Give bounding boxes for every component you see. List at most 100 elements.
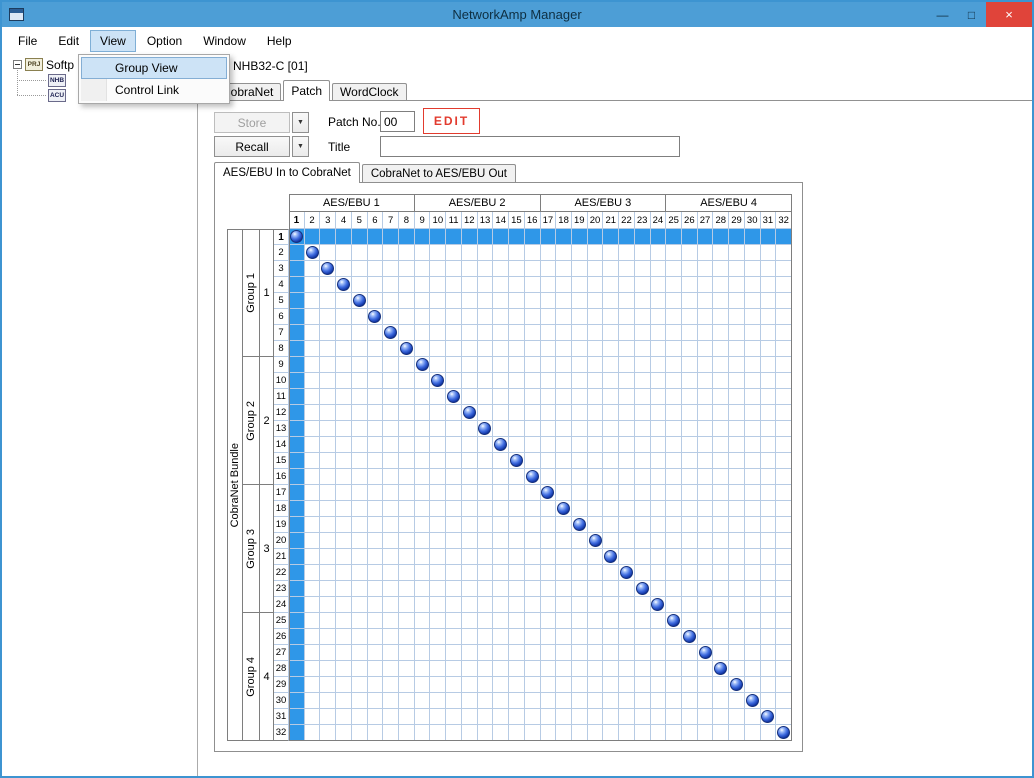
- matrix-cell[interactable]: [524, 469, 541, 485]
- matrix-cell[interactable]: [414, 421, 431, 437]
- matrix-cell[interactable]: [776, 709, 792, 725]
- matrix-cell[interactable]: [383, 709, 400, 725]
- matrix-cell[interactable]: [697, 341, 714, 357]
- matrix-cell[interactable]: [776, 597, 792, 613]
- matrix-cell[interactable]: [540, 709, 557, 725]
- matrix-cell[interactable]: [320, 661, 337, 677]
- matrix-cell[interactable]: [619, 437, 635, 453]
- matrix-cell[interactable]: [414, 693, 431, 709]
- matrix-cell[interactable]: [304, 341, 321, 357]
- matrix-cell[interactable]: [760, 613, 777, 629]
- matrix-cell[interactable]: [666, 645, 682, 661]
- matrix-cell[interactable]: [477, 693, 494, 709]
- matrix-cell[interactable]: [509, 565, 525, 581]
- matrix-cell[interactable]: [289, 661, 305, 677]
- matrix-cell[interactable]: [760, 565, 777, 581]
- matrix-cell[interactable]: [351, 373, 368, 389]
- matrix-cell[interactable]: [430, 389, 447, 405]
- matrix-cell[interactable]: [744, 405, 761, 421]
- matrix-cell[interactable]: [776, 517, 792, 533]
- matrix-cell[interactable]: [367, 613, 384, 629]
- matrix-cell[interactable]: [681, 661, 698, 677]
- matrix-cell[interactable]: [760, 517, 777, 533]
- matrix-cell[interactable]: [760, 469, 777, 485]
- matrix-cell[interactable]: [289, 421, 305, 437]
- matrix-cell[interactable]: [399, 709, 415, 725]
- matrix-cell[interactable]: [540, 485, 557, 501]
- matrix-cell[interactable]: [461, 261, 478, 277]
- matrix-cell[interactable]: [524, 549, 541, 565]
- matrix-cell[interactable]: [336, 469, 352, 485]
- matrix-cell[interactable]: [320, 453, 337, 469]
- matrix-cell[interactable]: [399, 501, 415, 517]
- matrix-cell[interactable]: [744, 709, 761, 725]
- matrix-cell[interactable]: [587, 357, 604, 373]
- matrix-cell[interactable]: [414, 389, 431, 405]
- matrix-cell[interactable]: [634, 469, 651, 485]
- matrix-cell[interactable]: [729, 549, 745, 565]
- matrix-cell[interactable]: [619, 565, 635, 581]
- matrix-cell[interactable]: [760, 277, 777, 293]
- matrix-cell[interactable]: [430, 485, 447, 501]
- matrix-cell[interactable]: [650, 501, 667, 517]
- maximize-button[interactable]: □: [957, 2, 986, 27]
- matrix-cell[interactable]: [540, 325, 557, 341]
- matrix-cell[interactable]: [713, 341, 730, 357]
- matrix-cell[interactable]: [399, 437, 415, 453]
- matrix-cell[interactable]: [634, 261, 651, 277]
- matrix-cell[interactable]: [477, 613, 494, 629]
- matrix-cell[interactable]: [540, 613, 557, 629]
- matrix-cell[interactable]: [477, 245, 494, 261]
- matrix-cell[interactable]: [634, 373, 651, 389]
- matrix-cell[interactable]: [603, 389, 620, 405]
- matrix-cell[interactable]: [744, 229, 761, 245]
- matrix-cell[interactable]: [320, 389, 337, 405]
- matrix-cell[interactable]: [587, 389, 604, 405]
- matrix-cell[interactable]: [697, 725, 714, 741]
- matrix-cell[interactable]: [619, 629, 635, 645]
- matrix-cell[interactable]: [603, 517, 620, 533]
- matrix-cell[interactable]: [666, 229, 682, 245]
- matrix-cell[interactable]: [524, 629, 541, 645]
- edit-button[interactable]: EDIT: [423, 108, 480, 134]
- matrix-cell[interactable]: [666, 277, 682, 293]
- matrix-cell[interactable]: [697, 597, 714, 613]
- matrix-cell[interactable]: [760, 693, 777, 709]
- matrix-cell[interactable]: [744, 613, 761, 629]
- matrix-cell[interactable]: [776, 725, 792, 741]
- matrix-cell[interactable]: [619, 373, 635, 389]
- matrix-cell[interactable]: [399, 421, 415, 437]
- tab-wordclock[interactable]: WordClock: [332, 83, 407, 100]
- matrix-cell[interactable]: [571, 261, 588, 277]
- matrix-cell[interactable]: [351, 645, 368, 661]
- matrix-cell[interactable]: [603, 661, 620, 677]
- matrix-cell[interactable]: [556, 245, 572, 261]
- matrix-cell[interactable]: [524, 421, 541, 437]
- matrix-cell[interactable]: [760, 549, 777, 565]
- matrix-cell[interactable]: [776, 581, 792, 597]
- matrix-cell[interactable]: [571, 309, 588, 325]
- matrix-cell[interactable]: [320, 677, 337, 693]
- matrix-cell[interactable]: [383, 629, 400, 645]
- matrix-cell[interactable]: [681, 453, 698, 469]
- matrix-cell[interactable]: [493, 405, 510, 421]
- matrix-cell[interactable]: [571, 325, 588, 341]
- matrix-cell[interactable]: [571, 373, 588, 389]
- matrix-cell[interactable]: [509, 293, 525, 309]
- matrix-cell[interactable]: [383, 597, 400, 613]
- tree-item-acu-device[interactable]: ACU: [48, 88, 69, 103]
- matrix-cell[interactable]: [650, 277, 667, 293]
- matrix-cell[interactable]: [524, 309, 541, 325]
- matrix-cell[interactable]: [493, 277, 510, 293]
- matrix-cell[interactable]: [587, 501, 604, 517]
- matrix-cell[interactable]: [430, 277, 447, 293]
- matrix-cell[interactable]: [430, 437, 447, 453]
- matrix-cell[interactable]: [367, 661, 384, 677]
- matrix-cell[interactable]: [446, 693, 462, 709]
- matrix-cell[interactable]: [493, 533, 510, 549]
- matrix-cell[interactable]: [697, 261, 714, 277]
- matrix-cell[interactable]: [556, 437, 572, 453]
- matrix-cell[interactable]: [351, 677, 368, 693]
- matrix-cell[interactable]: [430, 405, 447, 421]
- matrix-cell[interactable]: [540, 645, 557, 661]
